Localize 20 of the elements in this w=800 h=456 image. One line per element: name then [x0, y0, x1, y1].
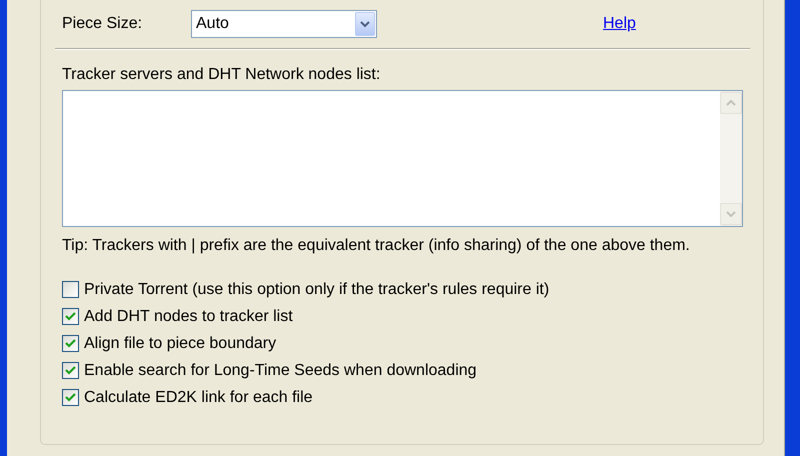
field-label: Piece Size: — [62, 15, 144, 33]
field-label: Tracker servers and DHT Network nodes list: — [62, 66, 382, 84]
checkbox-label[interactable]: Add DHT nodes to tracker list — [84, 308, 293, 326]
checkbox[interactable] — [62, 362, 79, 379]
tip-text: Tip: Trackers with | prefix are the equivalent tracker (info sharing) of the one above them. — [62, 236, 691, 256]
tracker-list-field[interactable] — [62, 90, 743, 227]
checkbox[interactable] — [62, 281, 79, 298]
check-icon — [65, 366, 76, 375]
checkbox[interactable] — [62, 308, 79, 325]
checkbox-label[interactable]: Calculate ED2K link for each file — [84, 388, 313, 406]
piece-size-dropdown[interactable]: Auto — [191, 10, 377, 38]
checkbox-label[interactable]: Align file to piece boundary — [84, 334, 276, 352]
check-icon — [65, 339, 76, 348]
checkbox[interactable] — [62, 389, 79, 406]
checkbox-label[interactable]: Enable search for Long-Time Seeds when downloading — [84, 362, 477, 380]
check-icon — [65, 393, 76, 402]
check-icon — [65, 312, 76, 321]
checkbox[interactable] — [62, 335, 79, 352]
help-link[interactable]: Help — [603, 15, 636, 33]
checkbox-label[interactable]: Private Torrent (use this option only if the tracker's rules require it) — [84, 280, 550, 298]
